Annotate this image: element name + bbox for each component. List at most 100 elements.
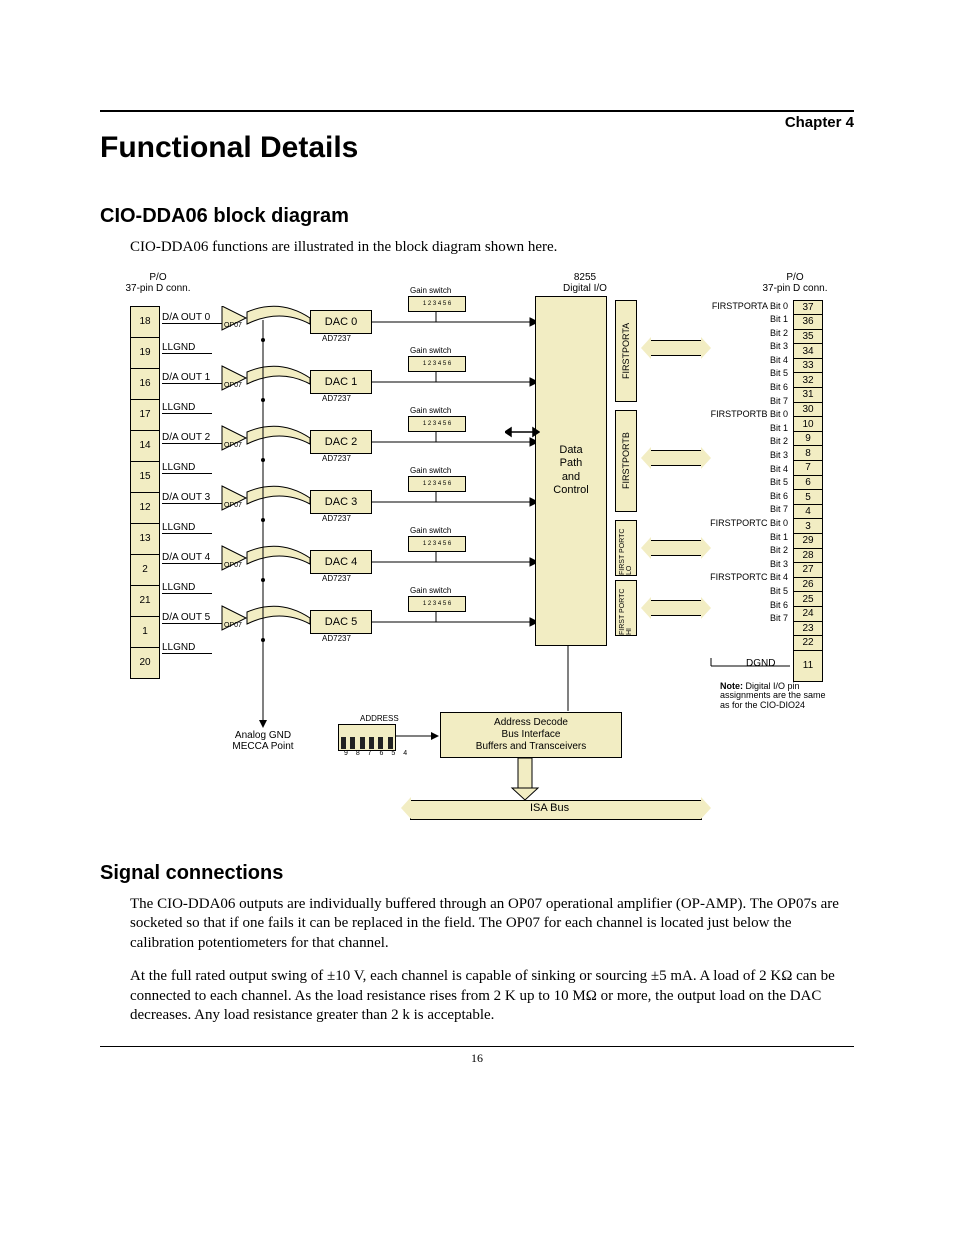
left-pin-column: 18 19 16 17 14 15 12 13 2 21 1 20	[130, 306, 160, 679]
pin: 23	[794, 622, 822, 637]
pin: 7	[794, 461, 822, 476]
pin: 1	[131, 617, 159, 648]
opamp-label: OP07	[224, 502, 242, 509]
right-signal-labels: FIRSTPORTA Bit 0Bit 1 Bit 2Bit 3 Bit 4Bi…	[678, 300, 788, 626]
sig: LLGND	[162, 462, 212, 474]
dac-sub: AD7237	[322, 454, 351, 463]
bidir-arrow	[505, 422, 540, 442]
pin: 15	[131, 462, 159, 493]
right-conn-header-1: 37-pin D conn.	[750, 283, 840, 294]
dac-lines	[370, 302, 540, 662]
pin: 9	[794, 432, 822, 447]
dac-2: DAC 2	[310, 430, 372, 454]
pin: 8	[794, 446, 822, 461]
address-dip-icon	[338, 724, 396, 751]
port-c-lo: FIRST PORTC LO	[615, 520, 637, 576]
pin: 20	[131, 648, 159, 678]
pin: 3	[794, 519, 822, 534]
note: Note: Digital I/O pin assignments are th…	[720, 682, 830, 712]
pin: 11	[794, 651, 822, 681]
sig: LLGND	[162, 522, 212, 534]
section-heading-2: Signal connections	[100, 862, 854, 885]
pin: 36	[794, 315, 822, 330]
pin: 35	[794, 330, 822, 345]
pin: 25	[794, 592, 822, 607]
right-conn-header-0: P/O	[750, 272, 840, 283]
dip-arrow	[395, 724, 440, 754]
pin: 27	[794, 563, 822, 578]
pin: 2	[131, 555, 159, 586]
pin: 4	[794, 505, 822, 520]
data-path-block: Data Path and Control	[535, 296, 607, 646]
section-heading-1: CIO-DDA06 block diagram	[100, 205, 854, 228]
chapter-label: Chapter 4	[100, 110, 854, 131]
left-conn-header-1: 37-pin D conn.	[118, 283, 198, 294]
dac-sub: AD7237	[322, 514, 351, 523]
dac-sub: AD7237	[322, 574, 351, 583]
dac-3: DAC 3	[310, 490, 372, 514]
gain-label: Gain switch	[410, 286, 451, 295]
opamp-label: OP07	[224, 322, 242, 329]
signal-p2: At the full rated output swing of ±10 V,…	[130, 967, 854, 1026]
section-intro-1: CIO-DDA06 functions are illustrated in t…	[130, 238, 854, 258]
address-label: ADDRESS	[360, 714, 399, 723]
sig: LLGND	[162, 582, 212, 594]
sig: D/A OUT 4	[162, 552, 225, 564]
port-b: FIRSTPORTB	[615, 410, 637, 512]
port-a: FIRSTPORTA	[615, 300, 637, 402]
sig: LLGND	[162, 402, 212, 414]
pin: 16	[131, 369, 159, 400]
sig: D/A OUT 3	[162, 492, 225, 504]
connector-lines	[245, 302, 315, 672]
pin: 5	[794, 490, 822, 505]
port-c-hi: FIRST PORTC HI	[615, 580, 637, 636]
dac-0: DAC 0	[310, 310, 372, 334]
sig: LLGND	[162, 342, 212, 354]
pin: 6	[794, 476, 822, 491]
pin: 30	[794, 403, 822, 418]
pin: 26	[794, 578, 822, 593]
pin: 12	[131, 493, 159, 524]
sig: D/A OUT 0	[162, 312, 225, 324]
dac-1: DAC 1	[310, 370, 372, 394]
dgnd-line	[710, 652, 790, 672]
dac-sub: AD7237	[322, 334, 351, 343]
dac-sub: AD7237	[322, 634, 351, 643]
chip-header-0: 8255	[550, 272, 620, 283]
pin: 24	[794, 607, 822, 622]
mecca-label: Analog GNDMECCA Point	[218, 730, 308, 752]
signal-p1: The CIO-DDA06 outputs are individually b…	[130, 895, 854, 954]
pin: 33	[794, 359, 822, 374]
opamp-label: OP07	[224, 622, 242, 629]
dac-5: DAC 5	[310, 610, 372, 634]
block-diagram: P/O 37-pin D conn. P/O 37-pin D conn. 82…	[100, 272, 840, 832]
center-to-decode	[563, 646, 573, 716]
decode-block: Address Decode Bus Interface Buffers and…	[440, 712, 622, 758]
opamp-label: OP07	[224, 442, 242, 449]
pin: 37	[794, 301, 822, 316]
sig: LLGND	[162, 642, 212, 654]
pin: 28	[794, 549, 822, 564]
sig: D/A OUT 1	[162, 372, 225, 384]
right-pin-column: 37 36 35 34 33 32 31 30 10 9 8 7 6 5 4 3…	[793, 300, 823, 682]
pin: 19	[131, 338, 159, 369]
isa-bus-label: ISA Bus	[530, 802, 569, 814]
page-number: 16	[100, 1051, 854, 1066]
decode-to-isa	[498, 758, 558, 802]
sig: D/A OUT 5	[162, 612, 225, 624]
pin: 17	[131, 400, 159, 431]
sig: D/A OUT 2	[162, 432, 225, 444]
left-conn-header-0: P/O	[118, 272, 198, 283]
chip-header-1: Digital I/O	[550, 283, 620, 294]
pin: 10	[794, 417, 822, 432]
pin: 22	[794, 636, 822, 651]
pin: 32	[794, 373, 822, 388]
opamp-label: OP07	[224, 382, 242, 389]
pin: 18	[131, 307, 159, 338]
opamp-label: OP07	[224, 562, 242, 569]
pin: 14	[131, 431, 159, 462]
mecca-line	[258, 320, 268, 730]
page-title: Functional Details	[100, 131, 854, 165]
dac-sub: AD7237	[322, 394, 351, 403]
pin: 31	[794, 388, 822, 403]
